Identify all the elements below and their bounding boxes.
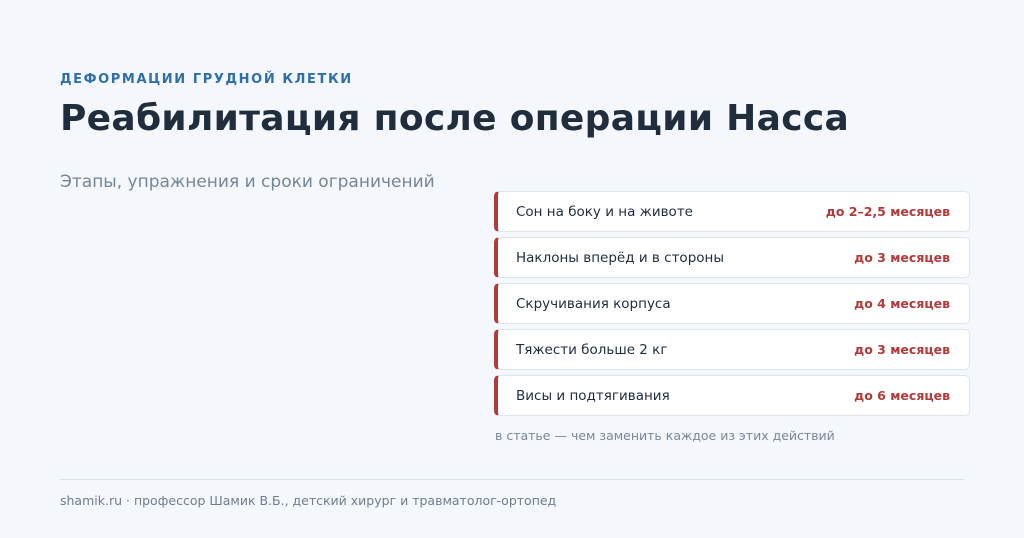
page-subtitle: Этапы, упражнения и сроки ограничений [60,172,435,192]
restriction-item-bending: Наклоны вперёд и в стороны до 3 месяцев [494,237,970,278]
section-eyebrow: ДЕФОРМАЦИИ ГРУДНОЙ КЛЕТКИ [60,72,353,87]
restriction-item-hanging: Висы и подтягивания до 6 месяцев [494,375,970,416]
restriction-label: Скручивания корпуса [516,295,671,312]
article-note: в статье — чем заменить каждое из этих д… [495,428,835,443]
restriction-label: Тяжести больше 2 кг [516,341,668,358]
restriction-term: до 2–2,5 месяцев [825,204,950,219]
restriction-item-side-sleep: Сон на боку и на животе до 2–2,5 месяцев [494,191,970,232]
page-title: Реабилитация после операции Насса [60,98,850,139]
restrictions-list: Сон на боку и на животе до 2–2,5 месяцев… [494,191,970,421]
restriction-term: до 4 месяцев [854,296,950,311]
restriction-label: Наклоны вперёд и в стороны [516,249,725,266]
footer-credit: shamik.ru · профессор Шамик В.Б., детски… [60,493,557,508]
restriction-term: до 6 месяцев [854,388,950,403]
restriction-label: Висы и подтягивания [516,387,670,404]
restriction-term: до 3 месяцев [854,250,950,265]
page: ДЕФОРМАЦИИ ГРУДНОЙ КЛЕТКИ Реабилитация п… [0,0,1024,538]
restriction-item-weights: Тяжести больше 2 кг до 3 месяцев [494,329,970,370]
footer-divider [60,479,964,480]
restriction-label: Сон на боку и на животе [516,203,693,220]
restriction-term: до 3 месяцев [854,342,950,357]
restriction-item-twisting: Скручивания корпуса до 4 месяцев [494,283,970,324]
